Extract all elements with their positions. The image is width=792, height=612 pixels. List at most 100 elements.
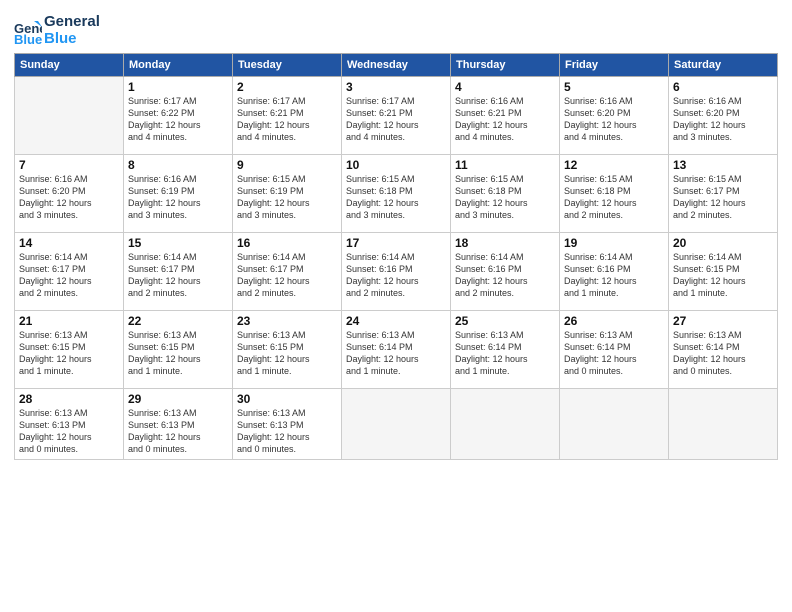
cell-info: Sunrise: 6:16 AM Sunset: 6:19 PM Dayligh…	[128, 173, 228, 222]
header: General Blue General Blue	[14, 10, 778, 47]
cell-info: Sunrise: 6:14 AM Sunset: 6:16 PM Dayligh…	[346, 251, 446, 300]
cell-info: Sunrise: 6:13 AM Sunset: 6:15 PM Dayligh…	[237, 329, 337, 378]
calendar-cell: 2Sunrise: 6:17 AM Sunset: 6:21 PM Daylig…	[233, 77, 342, 155]
weekday-header: Thursday	[451, 54, 560, 77]
day-number: 27	[673, 314, 773, 328]
day-number: 19	[564, 236, 664, 250]
cell-info: Sunrise: 6:15 AM Sunset: 6:19 PM Dayligh…	[237, 173, 337, 222]
calendar-cell: 17Sunrise: 6:14 AM Sunset: 6:16 PM Dayli…	[342, 233, 451, 311]
day-number: 26	[564, 314, 664, 328]
calendar-cell: 27Sunrise: 6:13 AM Sunset: 6:14 PM Dayli…	[669, 311, 778, 389]
calendar-cell: 10Sunrise: 6:15 AM Sunset: 6:18 PM Dayli…	[342, 155, 451, 233]
day-number: 17	[346, 236, 446, 250]
calendar-cell: 20Sunrise: 6:14 AM Sunset: 6:15 PM Dayli…	[669, 233, 778, 311]
calendar-cell: 3Sunrise: 6:17 AM Sunset: 6:21 PM Daylig…	[342, 77, 451, 155]
calendar-cell: 9Sunrise: 6:15 AM Sunset: 6:19 PM Daylig…	[233, 155, 342, 233]
weekday-header: Friday	[560, 54, 669, 77]
cell-info: Sunrise: 6:17 AM Sunset: 6:22 PM Dayligh…	[128, 95, 228, 144]
day-number: 15	[128, 236, 228, 250]
weekday-header: Tuesday	[233, 54, 342, 77]
cell-info: Sunrise: 6:15 AM Sunset: 6:18 PM Dayligh…	[564, 173, 664, 222]
cell-info: Sunrise: 6:13 AM Sunset: 6:15 PM Dayligh…	[128, 329, 228, 378]
day-number: 4	[455, 80, 555, 94]
day-number: 18	[455, 236, 555, 250]
calendar-week-row: 7Sunrise: 6:16 AM Sunset: 6:20 PM Daylig…	[15, 155, 778, 233]
logo-blue: Blue	[44, 31, 100, 48]
calendar-cell: 21Sunrise: 6:13 AM Sunset: 6:15 PM Dayli…	[15, 311, 124, 389]
logo: General Blue General Blue	[14, 14, 100, 47]
day-number: 29	[128, 392, 228, 406]
day-number: 30	[237, 392, 337, 406]
calendar-cell: 23Sunrise: 6:13 AM Sunset: 6:15 PM Dayli…	[233, 311, 342, 389]
cell-info: Sunrise: 6:13 AM Sunset: 6:14 PM Dayligh…	[673, 329, 773, 378]
calendar-week-row: 14Sunrise: 6:14 AM Sunset: 6:17 PM Dayli…	[15, 233, 778, 311]
calendar-cell: 13Sunrise: 6:15 AM Sunset: 6:17 PM Dayli…	[669, 155, 778, 233]
calendar-cell: 25Sunrise: 6:13 AM Sunset: 6:14 PM Dayli…	[451, 311, 560, 389]
cell-info: Sunrise: 6:14 AM Sunset: 6:16 PM Dayligh…	[564, 251, 664, 300]
cell-info: Sunrise: 6:14 AM Sunset: 6:15 PM Dayligh…	[673, 251, 773, 300]
day-number: 23	[237, 314, 337, 328]
cell-info: Sunrise: 6:13 AM Sunset: 6:14 PM Dayligh…	[564, 329, 664, 378]
calendar-cell: 4Sunrise: 6:16 AM Sunset: 6:21 PM Daylig…	[451, 77, 560, 155]
cell-info: Sunrise: 6:13 AM Sunset: 6:13 PM Dayligh…	[128, 407, 228, 456]
cell-info: Sunrise: 6:16 AM Sunset: 6:20 PM Dayligh…	[564, 95, 664, 144]
calendar-cell: 26Sunrise: 6:13 AM Sunset: 6:14 PM Dayli…	[560, 311, 669, 389]
day-number: 10	[346, 158, 446, 172]
calendar-cell: 30Sunrise: 6:13 AM Sunset: 6:13 PM Dayli…	[233, 389, 342, 460]
day-number: 2	[237, 80, 337, 94]
day-number: 5	[564, 80, 664, 94]
day-number: 11	[455, 158, 555, 172]
cell-info: Sunrise: 6:14 AM Sunset: 6:17 PM Dayligh…	[237, 251, 337, 300]
calendar-cell: 12Sunrise: 6:15 AM Sunset: 6:18 PM Dayli…	[560, 155, 669, 233]
cell-info: Sunrise: 6:14 AM Sunset: 6:17 PM Dayligh…	[128, 251, 228, 300]
day-number: 9	[237, 158, 337, 172]
calendar-cell: 6Sunrise: 6:16 AM Sunset: 6:20 PM Daylig…	[669, 77, 778, 155]
calendar-cell: 14Sunrise: 6:14 AM Sunset: 6:17 PM Dayli…	[15, 233, 124, 311]
cell-info: Sunrise: 6:13 AM Sunset: 6:15 PM Dayligh…	[19, 329, 119, 378]
day-number: 7	[19, 158, 119, 172]
page: General Blue General Blue SundayMondayTu…	[0, 0, 792, 612]
weekday-header: Saturday	[669, 54, 778, 77]
calendar-cell: 28Sunrise: 6:13 AM Sunset: 6:13 PM Dayli…	[15, 389, 124, 460]
cell-info: Sunrise: 6:13 AM Sunset: 6:14 PM Dayligh…	[346, 329, 446, 378]
calendar-cell: 15Sunrise: 6:14 AM Sunset: 6:17 PM Dayli…	[124, 233, 233, 311]
day-number: 6	[673, 80, 773, 94]
logo-icon: General Blue	[14, 17, 42, 45]
cell-info: Sunrise: 6:13 AM Sunset: 6:13 PM Dayligh…	[237, 407, 337, 456]
calendar-cell: 11Sunrise: 6:15 AM Sunset: 6:18 PM Dayli…	[451, 155, 560, 233]
calendar-cell: 1Sunrise: 6:17 AM Sunset: 6:22 PM Daylig…	[124, 77, 233, 155]
cell-info: Sunrise: 6:15 AM Sunset: 6:18 PM Dayligh…	[346, 173, 446, 222]
calendar-cell	[560, 389, 669, 460]
svg-text:Blue: Blue	[14, 32, 42, 45]
calendar-week-row: 28 Sunrise: 6:13 AM Sunset: 6:13 PM Dayli…	[15, 389, 778, 460]
cell-info: Sunrise: 6:14 AM Sunset: 6:16 PM Dayligh…	[455, 251, 555, 300]
day-number: 25	[455, 314, 555, 328]
calendar-cell: 8Sunrise: 6:16 AM Sunset: 6:19 PM Daylig…	[124, 155, 233, 233]
day-number: 12	[564, 158, 664, 172]
day-number: 1	[128, 80, 228, 94]
cell-info: Sunrise: 6:16 AM Sunset: 6:20 PM Dayligh…	[673, 95, 773, 144]
day-number: 21	[19, 314, 119, 328]
cell-info: Sunrise: 6:16 AM Sunset: 6:20 PM Dayligh…	[19, 173, 119, 222]
calendar-cell: 18Sunrise: 6:14 AM Sunset: 6:16 PM Dayli…	[451, 233, 560, 311]
cell-info: Sunrise: 6:13 AM Sunset: 6:14 PM Dayligh…	[455, 329, 555, 378]
calendar-cell	[451, 389, 560, 460]
day-number: 13	[673, 158, 773, 172]
cell-info: Sunrise: 6:16 AM Sunset: 6:21 PM Dayligh…	[455, 95, 555, 144]
day-number: 24	[346, 314, 446, 328]
cell-info: Sunrise: 6:17 AM Sunset: 6:21 PM Dayligh…	[346, 95, 446, 144]
weekday-header-row: SundayMondayTuesdayWednesdayThursdayFrid…	[15, 54, 778, 77]
calendar-cell: 29Sunrise: 6:13 AM Sunset: 6:13 PM Dayli…	[124, 389, 233, 460]
day-number: 22	[128, 314, 228, 328]
cell-info: Sunrise: 6:15 AM Sunset: 6:17 PM Dayligh…	[673, 173, 773, 222]
weekday-header: Sunday	[15, 54, 124, 77]
calendar-week-row: 21Sunrise: 6:13 AM Sunset: 6:15 PM Dayli…	[15, 311, 778, 389]
day-number: 3	[346, 80, 446, 94]
calendar-cell: 7Sunrise: 6:16 AM Sunset: 6:20 PM Daylig…	[15, 155, 124, 233]
day-number: 20	[673, 236, 773, 250]
calendar-table: SundayMondayTuesdayWednesdayThursdayFrid…	[14, 53, 778, 460]
calendar-week-row: 1Sunrise: 6:17 AM Sunset: 6:22 PM Daylig…	[15, 77, 778, 155]
day-number: 28	[19, 392, 119, 406]
cell-info: Sunrise: 6:14 AM Sunset: 6:17 PM Dayligh…	[19, 251, 119, 300]
day-number: 16	[237, 236, 337, 250]
